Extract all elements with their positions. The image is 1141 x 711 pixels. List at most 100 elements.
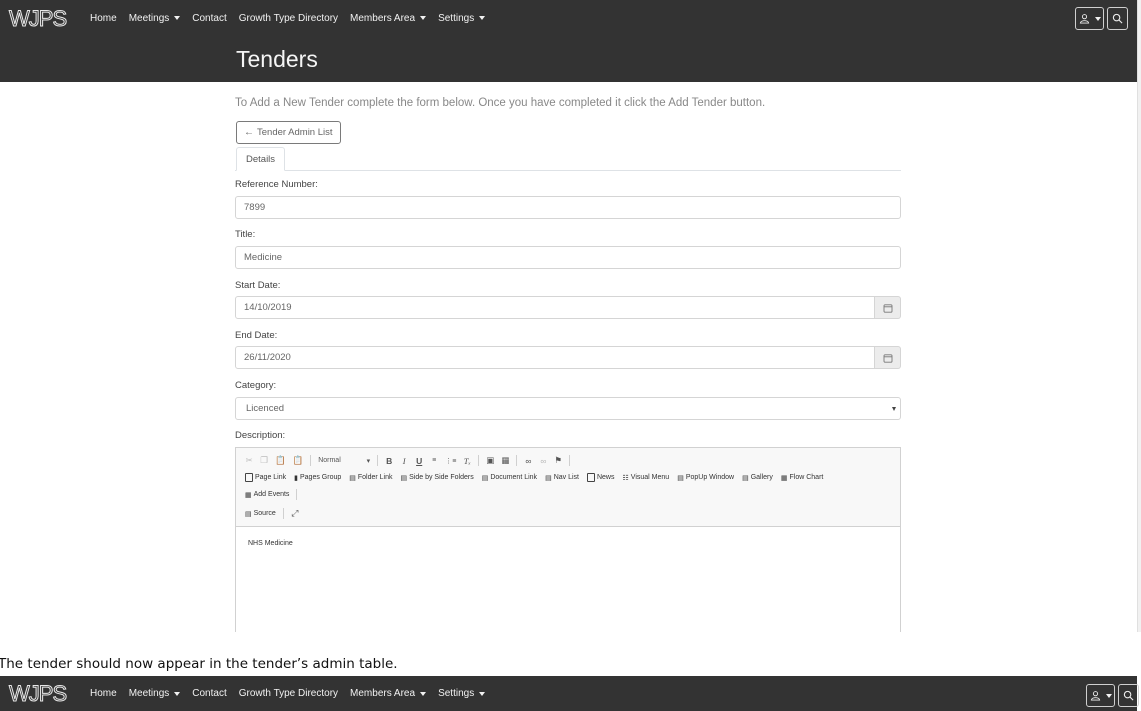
nav-item-growth-type-directory[interactable]: Growth Type Directory [239,688,338,699]
nav-item-label: Growth Type Directory [238,12,339,24]
document-link-button[interactable]: ▤ Document Link [482,474,537,482]
toolbar-item-label: News [596,474,615,481]
nav-item-growth-type-directory[interactable]: Growth Type Directory [239,13,338,24]
side-by-side-folders-button[interactable]: ▤ Side by Side Folders [401,474,474,482]
start-date-calendar-button[interactable] [875,296,901,319]
logo-graphic: WJPS [9,6,68,32]
site-logo[interactable]: WJPS [8,6,74,32]
toolbar-separator [310,455,312,466]
folder-link-button[interactable]: ▤ Folder Link [349,474,392,482]
popup-window-button[interactable]: ▤ PopUp Window [677,474,734,482]
end-date-calendar-button[interactable] [875,346,901,369]
user-menu-button[interactable] [1075,7,1104,30]
reference-number-input[interactable]: 7899 [235,196,901,219]
format-dropdown-label: Normal [318,456,341,464]
nav-item-contact[interactable]: Contact [192,13,226,24]
news-button[interactable]: News [586,473,615,482]
nav-item-label: Contact [192,688,227,699]
toolbar-item-label: Document Link [490,474,538,481]
nav-item-settings[interactable]: Settings [438,12,486,24]
editor-content-area[interactable]: NHS Medicine [236,527,900,560]
toolbar-item-label: Flow Chart [789,474,824,481]
top-navbar: WJPS Home Meetings Contact Growth Type D… [0,0,1137,36]
popup-window-icon: ▤ [677,474,684,482]
rich-text-editor: ✂ ❐ 📋 📋 Normal ▾ B I U ≡ ⋮≡ Tₓ ▣ ▦ ∞ ∞ ⚑ [235,447,901,632]
pages-group-button[interactable]: ▮ Pages Group [294,474,341,482]
maximize-icon[interactable]: ⤢ [291,508,299,519]
underline-icon[interactable]: U [415,456,423,466]
table-icon[interactable]: ▦ [501,455,509,466]
numbered-list-icon[interactable]: ≡ [430,457,438,464]
side-by-side-folders-icon: ▤ [400,474,408,482]
end-date-field: 26/11/2020 [235,346,901,369]
toolbar-item-label: Pages Group [300,474,342,481]
paste-text-icon[interactable]: 📋 [293,455,304,466]
category-select[interactable]: Licenced [235,397,901,420]
visual-menu-button[interactable]: ☷ Visual Menu [623,474,670,482]
cut-icon[interactable]: ✂ [245,455,253,466]
add-events-button[interactable]: ▦ Add Events [245,491,289,499]
nav-item-label: Settings [438,12,475,24]
unlink-icon[interactable]: ∞ [539,456,547,466]
remove-format-icon[interactable]: Tₓ [463,456,471,466]
user-menu-button[interactable] [1086,684,1115,707]
search-icon [1123,690,1134,701]
toolbar-separator [296,489,298,500]
toolbar-item-label: Side by Side Folders [409,474,474,481]
news-icon [586,473,595,482]
search-button[interactable] [1118,684,1139,707]
nav-item-home[interactable]: Home [90,688,117,699]
nav-list-button[interactable]: ▤ Nav List [545,474,579,482]
source-icon: ▤ [245,510,252,518]
link-icon[interactable]: ∞ [524,456,532,466]
nav-item-meetings[interactable]: Meetings [129,13,181,24]
toolbar-item-label: Nav List [553,474,579,481]
search-icon [1112,13,1123,24]
nav-right-actions [1086,684,1139,707]
main-nav-menu: Home Meetings Contact Growth Type Direct… [90,0,486,36]
title-input[interactable]: Medicine [235,246,901,269]
pages-group-icon: ▮ [294,474,298,482]
nav-item-members-area[interactable]: Members Area [350,688,427,699]
nav-item-contact[interactable]: Contact [192,688,226,699]
arrow-left-icon: ← [244,127,254,138]
start-date-input[interactable]: 14/10/2019 [235,296,875,319]
vertical-scrollbar[interactable] [1137,0,1141,632]
caret-down-icon [420,16,427,20]
nav-item-home[interactable]: Home [90,13,117,24]
italic-icon[interactable]: I [400,456,408,466]
bullet-list-icon[interactable]: ⋮≡ [445,457,456,465]
tender-admin-list-button[interactable]: ← Tender Admin List [236,121,341,144]
format-dropdown[interactable]: Normal ▾ [318,457,370,465]
gallery-button[interactable]: ▤ Gallery [742,474,773,482]
copy-icon[interactable]: ❐ [260,455,268,466]
end-date-input[interactable]: 26/11/2020 [235,346,875,369]
page-link-icon [245,473,253,482]
user-icon [1090,691,1100,701]
svg-text:WJPS: WJPS [9,7,66,30]
anchor-flag-icon[interactable]: ⚑ [554,455,563,466]
tab-details[interactable]: Details [236,147,286,171]
nav-item-meetings[interactable]: Meetings [129,688,181,699]
page-header-band: Tenders [0,36,1137,82]
page-title: Tenders [236,46,318,72]
caret-down-icon [420,691,427,696]
site-logo[interactable]: WJPS [8,681,74,707]
source-button[interactable]: ▤ Source [245,510,276,518]
flow-chart-button[interactable]: ▦ Flow Chart [781,474,823,482]
search-button[interactable] [1107,7,1128,30]
image-icon[interactable]: ▣ [486,455,494,466]
toolbar-row-2: Page Link ▮ Pages Group ▤ Folder Link ▤ Sid… [245,473,823,482]
nav-right-actions [1075,7,1128,30]
toolbar-separator [569,455,571,466]
bottom-navbar: WJPS Home Meetings Contact Growth Type D… [0,676,1139,711]
nav-item-label: Home [90,12,117,24]
page-link-button[interactable]: Page Link [245,473,286,482]
nav-item-members-area[interactable]: Members Area [350,13,427,24]
bold-icon[interactable]: B [385,456,393,466]
description-label: Description: [235,430,286,441]
intro-text: To Add a New Tender complete the form be… [235,97,766,109]
nav-item-settings[interactable]: Settings [438,688,486,699]
svg-text:WJPS: WJPS [9,682,66,705]
paste-icon[interactable]: 📋 [275,455,286,466]
